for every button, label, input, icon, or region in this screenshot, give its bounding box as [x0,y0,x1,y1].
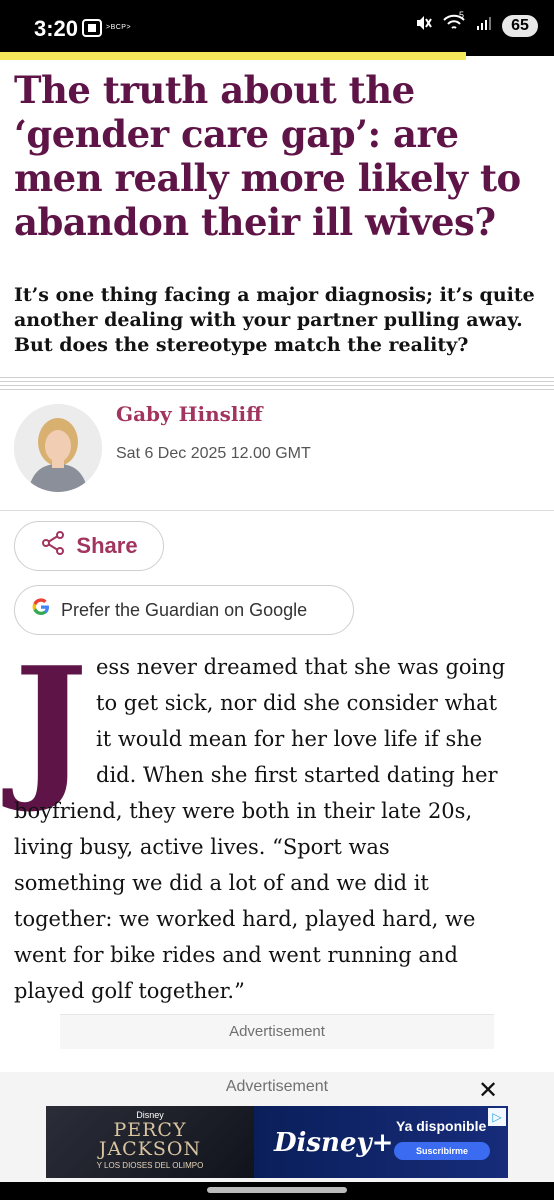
status-bar: 3:20 >BCP> 5 65 [0,0,554,56]
ad-label: Advertisement [229,1023,325,1040]
body-line: ess never dreamed that she was going [96,655,506,679]
sticky-ad: Advertisement ✕ Disney PERCY JACKSON Y L… [0,1072,554,1200]
home-gesture-handle[interactable] [207,1187,347,1193]
body-line: together: we worked hard, played hard, w… [14,907,476,931]
reading-progress-bar [0,52,466,60]
byline-divider [0,510,554,511]
ad-banner-artwork: Disney PERCY JACKSON Y LOS DIOSES DEL OL… [46,1106,254,1178]
ad-availability: Ya disponible [396,1118,487,1134]
ad-title-line2: JACKSON [98,1138,202,1160]
adchoices-icon[interactable]: ▷ [488,1108,506,1126]
article-headline: The truth about the ‘gender care gap’: a… [14,68,521,244]
body-line: to get sick, nor did she consider what [96,691,498,715]
body-line: did. When she first started dating her [96,763,498,787]
screen-record-icon [82,19,102,42]
signal-icon [476,15,492,36]
ad-banner[interactable]: Disney PERCY JACKSON Y LOS DIOSES DEL OL… [46,1106,508,1178]
body-line: boyfriend, they were both in their late … [14,799,473,823]
mute-vibrate-icon [414,14,432,37]
share-button[interactable]: Share [14,521,164,571]
body-line: played golf together.” [14,979,245,1003]
body-line: it would mean for her love life if she [96,727,483,751]
status-time: 3:20 [34,16,79,41]
ad-banner-promo: Disney+ Ya disponible Suscribirme ▷ [254,1106,508,1178]
ad-subscribe-button[interactable]: Suscribirme [394,1142,490,1160]
publish-date: Sat 6 Dec 2025 12.00 GMT [116,445,311,462]
prefer-guardian-google-button[interactable]: Prefer the Guardian on Google [14,585,354,635]
author-name-link[interactable]: Gaby Hinsliff [116,402,263,426]
article-standfirst: It’s one thing facing a major diagnosis;… [14,284,535,356]
system-nav-bar [0,1182,554,1200]
inline-ad-slot: Advertisement [60,1014,494,1049]
battery-indicator: 65 [502,14,538,37]
carrier-badge: >BCP> [106,24,132,31]
drop-cap: J [14,633,88,816]
section-divider [0,377,554,393]
close-ad-icon[interactable]: ✕ [478,1076,498,1105]
author-avatar[interactable] [14,404,102,492]
body-line: something we did a lot of and we did it [14,871,429,895]
disney-plus-logo: Disney+ [274,1128,394,1158]
ad-subtitle: Y LOS DIOSES DEL OLIMPO [96,1161,204,1170]
wifi-icon: 5 [442,10,466,37]
google-g-icon [31,597,51,623]
ad-title-line1: PERCY [113,1119,187,1141]
body-line: living busy, active lives. “Sport was [14,835,390,859]
ad-label: Advertisement [225,1078,329,1095]
body-line: went for bike rides and went running and [14,943,458,967]
share-label: Share [76,533,138,558]
share-icon [40,530,66,562]
network-label: 5 [459,10,465,20]
prefer-guardian-label: Prefer the Guardian on Google [61,599,308,620]
